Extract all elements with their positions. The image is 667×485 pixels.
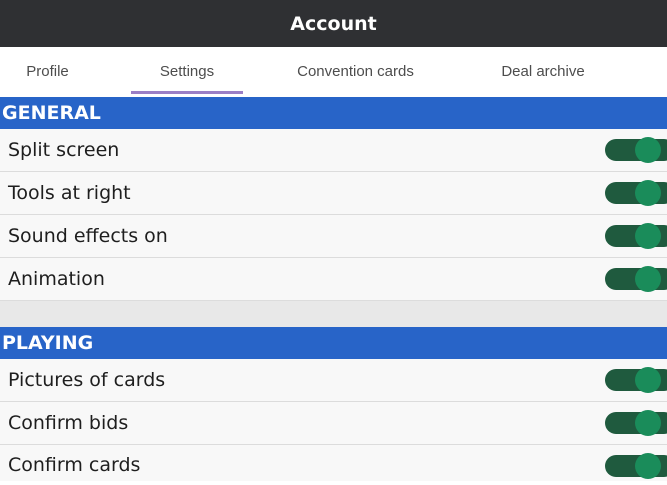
tab-settings[interactable]: Settings xyxy=(131,47,243,95)
section-title-general: GENERAL xyxy=(2,102,101,124)
setting-row-animation: Animation xyxy=(0,258,667,301)
toggle-knob xyxy=(635,367,661,393)
setting-row-confirm-cards: Confirm cards xyxy=(0,445,667,481)
setting-label: Tools at right xyxy=(8,182,131,204)
tab-profile[interactable]: Profile xyxy=(0,47,95,95)
section-divider xyxy=(0,301,667,327)
confirm-bids-toggle[interactable] xyxy=(605,410,667,436)
toggle-knob xyxy=(635,410,661,436)
toggle-knob xyxy=(635,137,661,163)
setting-label: Split screen xyxy=(8,139,120,161)
setting-label: Pictures of cards xyxy=(8,369,166,391)
setting-label: Confirm bids xyxy=(8,412,129,434)
setting-label: Animation xyxy=(8,268,105,290)
split-screen-toggle[interactable] xyxy=(605,137,667,163)
tools-at-right-toggle[interactable] xyxy=(605,180,667,206)
setting-row-confirm-bids: Confirm bids xyxy=(0,402,667,445)
tab-profile-label: Profile xyxy=(26,62,69,80)
setting-row-sound-effects: Sound effects on xyxy=(0,215,667,258)
pictures-of-cards-toggle[interactable] xyxy=(605,367,667,393)
toggle-knob xyxy=(635,180,661,206)
animation-toggle[interactable] xyxy=(605,266,667,292)
tab-convention-cards[interactable]: Convention cards xyxy=(263,47,448,95)
tab-convention-cards-label: Convention cards xyxy=(297,62,414,80)
section-header-playing: PLAYING xyxy=(0,327,667,359)
section-title-playing: PLAYING xyxy=(2,332,94,354)
window-title: Account xyxy=(0,0,667,47)
setting-row-pictures-of-cards: Pictures of cards xyxy=(0,359,667,402)
tab-bar: Profile Settings Convention cards Deal a… xyxy=(0,47,667,95)
tab-deal-archive[interactable]: Deal archive xyxy=(473,47,613,95)
toggle-knob xyxy=(635,453,661,479)
setting-label: Confirm cards xyxy=(8,454,141,476)
tab-settings-label: Settings xyxy=(159,62,215,80)
setting-label: Sound effects on xyxy=(8,225,168,247)
toggle-knob xyxy=(635,266,661,292)
tab-deal-archive-label: Deal archive xyxy=(501,62,585,80)
setting-row-split-screen: Split screen xyxy=(0,129,667,172)
toggle-knob xyxy=(635,223,661,249)
confirm-cards-toggle[interactable] xyxy=(605,453,667,479)
setting-row-tools-at-right: Tools at right xyxy=(0,172,667,215)
sound-effects-toggle[interactable] xyxy=(605,223,667,249)
section-header-general: GENERAL xyxy=(0,97,667,129)
